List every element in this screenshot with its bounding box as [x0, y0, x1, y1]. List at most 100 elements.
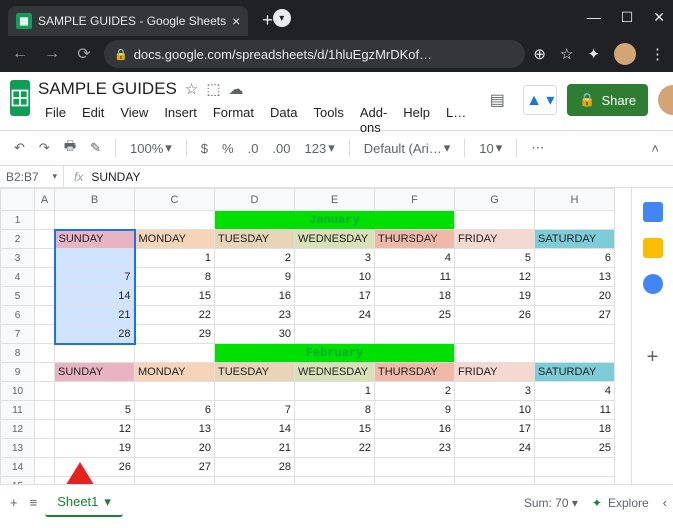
cell[interactable]: 11: [375, 268, 455, 287]
cell[interactable]: [35, 382, 55, 401]
cell[interactable]: [35, 306, 55, 325]
cell[interactable]: 4: [535, 382, 615, 401]
day-header[interactable]: THURSDAY: [375, 363, 455, 382]
row-header[interactable]: 11: [1, 401, 35, 420]
cell[interactable]: [535, 325, 615, 344]
cell[interactable]: [135, 211, 215, 230]
cell[interactable]: 18: [535, 420, 615, 439]
url-field[interactable]: 🔒 docs.google.com/spreadsheets/d/1hluEgz…: [104, 40, 525, 68]
comments-icon[interactable]: ▤: [481, 84, 513, 116]
cell[interactable]: 5: [455, 249, 535, 268]
zoom-select[interactable]: 100% ▾: [126, 137, 176, 159]
row-header[interactable]: 4: [1, 268, 35, 287]
cell[interactable]: [55, 344, 135, 363]
col-header[interactable]: D: [215, 189, 295, 211]
day-header[interactable]: TUESDAY: [215, 230, 295, 249]
menu-add-ons[interactable]: Add-ons: [353, 102, 394, 138]
forward-icon[interactable]: →: [40, 45, 64, 63]
expand-side-icon[interactable]: ‹: [663, 495, 667, 510]
cell[interactable]: 22: [135, 306, 215, 325]
cell[interactable]: 9: [215, 268, 295, 287]
all-sheets-icon[interactable]: ≡: [26, 492, 42, 513]
col-header[interactable]: H: [535, 189, 615, 211]
cell[interactable]: [35, 401, 55, 420]
menu-file[interactable]: File: [38, 102, 73, 138]
cell[interactable]: 21: [215, 439, 295, 458]
profile-avatar[interactable]: [614, 43, 636, 65]
cell[interactable]: 23: [375, 439, 455, 458]
keep-icon[interactable]: [643, 238, 663, 258]
day-header[interactable]: MONDAY: [135, 363, 215, 382]
cell[interactable]: [35, 287, 55, 306]
name-box[interactable]: B2:B7▾: [0, 166, 64, 187]
spreadsheet-grid[interactable]: ABCDEFGH1January2SUNDAYMONDAYTUESDAYWEDN…: [0, 188, 631, 484]
col-header[interactable]: A: [35, 189, 55, 211]
present-button[interactable]: ▲ ▾: [523, 85, 557, 115]
cell[interactable]: 20: [535, 287, 615, 306]
day-header[interactable]: FRIDAY: [455, 363, 535, 382]
menu-l…[interactable]: L…: [439, 102, 473, 138]
cell[interactable]: 17: [295, 287, 375, 306]
selection-sum[interactable]: Sum: 70 ▾: [524, 496, 578, 510]
cell[interactable]: [375, 458, 455, 477]
cell[interactable]: 7: [55, 268, 135, 287]
cell[interactable]: [455, 325, 535, 344]
row-header[interactable]: 8: [1, 344, 35, 363]
cell[interactable]: 6: [135, 401, 215, 420]
row-header[interactable]: 9: [1, 363, 35, 382]
cell[interactable]: [455, 458, 535, 477]
cell[interactable]: [535, 458, 615, 477]
cell[interactable]: 10: [295, 268, 375, 287]
cell[interactable]: [135, 344, 215, 363]
cell[interactable]: [295, 477, 375, 485]
explore-button[interactable]: ✦Explore: [592, 496, 649, 510]
close-icon[interactable]: ✕: [653, 9, 665, 26]
month-header[interactable]: January: [215, 211, 455, 230]
cell[interactable]: 2: [375, 382, 455, 401]
cell[interactable]: 11: [535, 401, 615, 420]
day-header[interactable]: FRIDAY: [455, 230, 535, 249]
sheet-tab[interactable]: Sheet1 ▾: [45, 489, 123, 517]
dec-increase-icon[interactable]: .00: [268, 138, 294, 159]
cell[interactable]: [35, 211, 55, 230]
row-header[interactable]: 6: [1, 306, 35, 325]
more-icon[interactable]: ⋯: [527, 137, 548, 159]
cell[interactable]: 22: [295, 439, 375, 458]
maximize-icon[interactable]: ☐: [621, 9, 634, 26]
collapse-icon[interactable]: ˄: [647, 138, 663, 159]
cell[interactable]: [375, 325, 455, 344]
cell[interactable]: 16: [375, 420, 455, 439]
row-header[interactable]: 13: [1, 439, 35, 458]
day-header[interactable]: SUNDAY: [55, 230, 135, 249]
cell[interactable]: 29: [135, 325, 215, 344]
row-header[interactable]: 14: [1, 458, 35, 477]
menu-data[interactable]: Data: [263, 102, 304, 138]
day-header[interactable]: WEDNESDAY: [295, 363, 375, 382]
cell[interactable]: 19: [455, 287, 535, 306]
calendar-icon[interactable]: [643, 202, 663, 222]
menu-view[interactable]: View: [113, 102, 155, 138]
move-icon[interactable]: ⬚: [206, 80, 220, 98]
cell[interactable]: 23: [215, 306, 295, 325]
cell[interactable]: 28: [55, 325, 135, 344]
paint-icon[interactable]: ✎: [86, 137, 105, 159]
undo-icon[interactable]: ↶: [10, 137, 29, 159]
month-header[interactable]: February: [215, 344, 455, 363]
format-select[interactable]: 123 ▾: [301, 137, 339, 159]
cell[interactable]: [455, 211, 535, 230]
cell[interactable]: 17: [455, 420, 535, 439]
cell[interactable]: 8: [135, 268, 215, 287]
cell[interactable]: 20: [135, 439, 215, 458]
cell[interactable]: [35, 458, 55, 477]
cell[interactable]: 15: [135, 287, 215, 306]
cell[interactable]: 18: [375, 287, 455, 306]
cell[interactable]: 14: [55, 287, 135, 306]
day-header[interactable]: SUNDAY: [55, 363, 135, 382]
cell[interactable]: 24: [455, 439, 535, 458]
star-icon[interactable]: ☆: [560, 45, 573, 63]
cell[interactable]: 12: [455, 268, 535, 287]
cell[interactable]: 13: [135, 420, 215, 439]
cell[interactable]: [35, 230, 55, 249]
cell[interactable]: 13: [535, 268, 615, 287]
cell[interactable]: 6: [535, 249, 615, 268]
